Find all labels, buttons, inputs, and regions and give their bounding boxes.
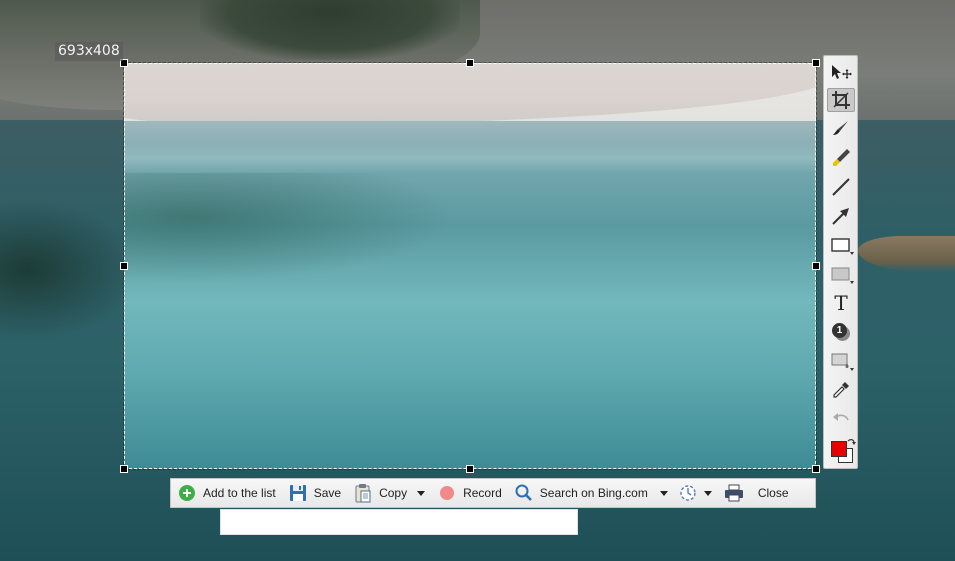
arrow-icon — [832, 208, 849, 225]
swap-colors-icon[interactable] — [846, 438, 856, 448]
close-label: Close — [757, 486, 789, 500]
add-to-list-label: Add to the list — [203, 486, 276, 500]
select-move-icon — [832, 65, 852, 79]
print-button[interactable] — [718, 479, 752, 507]
search-suggestions-panel — [220, 509, 578, 535]
background-trees — [200, 0, 460, 60]
search-bing-label: Search on Bing.com — [539, 486, 648, 500]
color-swatch-icon — [828, 438, 856, 464]
effects-options-caret[interactable] — [850, 368, 854, 371]
color-swatch-tool[interactable] — [827, 436, 856, 466]
select-move-tool[interactable] — [827, 60, 855, 84]
text-tool[interactable]: T — [827, 291, 855, 315]
highlighter-icon — [833, 149, 850, 166]
timer-icon — [680, 485, 696, 501]
search-dropdown-arrow[interactable] — [659, 490, 668, 496]
add-circle-icon — [179, 485, 195, 501]
resize-handle-top-right[interactable] — [812, 59, 820, 67]
pen-tool[interactable] — [827, 117, 855, 141]
eyedropper-tool[interactable] — [827, 378, 855, 402]
filled-rectangle-tool[interactable] — [827, 262, 855, 286]
pen-icon — [833, 121, 848, 135]
record-icon — [440, 486, 455, 500]
effects-tool[interactable] — [827, 349, 855, 373]
record-label: Record — [463, 486, 502, 500]
action-bar: Add to the list Save Copy Record Search … — [170, 478, 816, 508]
step-number-icon: 1 — [832, 323, 850, 341]
eyedropper-icon — [833, 382, 849, 398]
resize-handle-bottom-left[interactable] — [120, 465, 128, 473]
resize-handle-left[interactable] — [120, 262, 128, 270]
selection-size-label: 693x408 — [55, 42, 123, 61]
annotation-toolbar: T 1 — [823, 55, 858, 469]
add-to-list-button[interactable]: Add to the list — [171, 479, 282, 507]
close-button[interactable]: Close — [752, 479, 795, 507]
search-bing-button[interactable]: Search on Bing.com — [508, 479, 648, 507]
line-icon — [832, 178, 850, 196]
record-button[interactable]: Record — [431, 479, 508, 507]
step-number-tool[interactable]: 1 — [827, 320, 855, 344]
floppy-disk-icon — [289, 485, 306, 501]
delay-button[interactable] — [674, 479, 700, 507]
line-tool[interactable] — [827, 175, 855, 199]
crop-tool[interactable] — [827, 88, 855, 112]
highlighter-tool[interactable] — [827, 146, 855, 170]
rectangle-tool[interactable] — [827, 233, 855, 257]
rectangle-options-caret[interactable] — [850, 252, 854, 255]
clipboard-icon — [355, 484, 371, 503]
save-button[interactable]: Save — [282, 479, 347, 507]
filled-rectangle-icon — [831, 267, 850, 281]
primary-color-swatch[interactable] — [831, 441, 847, 457]
search-icon — [515, 484, 532, 501]
rectangle-icon — [831, 238, 850, 252]
filled-rectangle-options-caret[interactable] — [850, 281, 854, 284]
resize-handle-bottom-right[interactable] — [812, 465, 820, 473]
copy-dropdown-arrow[interactable] — [417, 490, 426, 496]
resize-handle-right[interactable] — [812, 262, 820, 270]
resize-handle-bottom[interactable] — [466, 465, 474, 473]
delay-dropdown-arrow[interactable] — [703, 490, 712, 496]
text-icon: T — [834, 291, 848, 315]
arrow-tool[interactable] — [827, 204, 855, 228]
undo-tool[interactable] — [827, 407, 855, 431]
printer-icon — [724, 484, 743, 502]
undo-icon — [833, 413, 849, 421]
copy-button[interactable]: Copy — [347, 479, 407, 507]
resize-handle-top[interactable] — [466, 59, 474, 67]
background-reflection — [0, 200, 140, 340]
effects-icon — [831, 353, 849, 368]
copy-label: Copy — [379, 486, 408, 500]
selection-border — [123, 62, 817, 470]
crop-icon — [832, 91, 850, 109]
save-label: Save — [313, 486, 342, 500]
